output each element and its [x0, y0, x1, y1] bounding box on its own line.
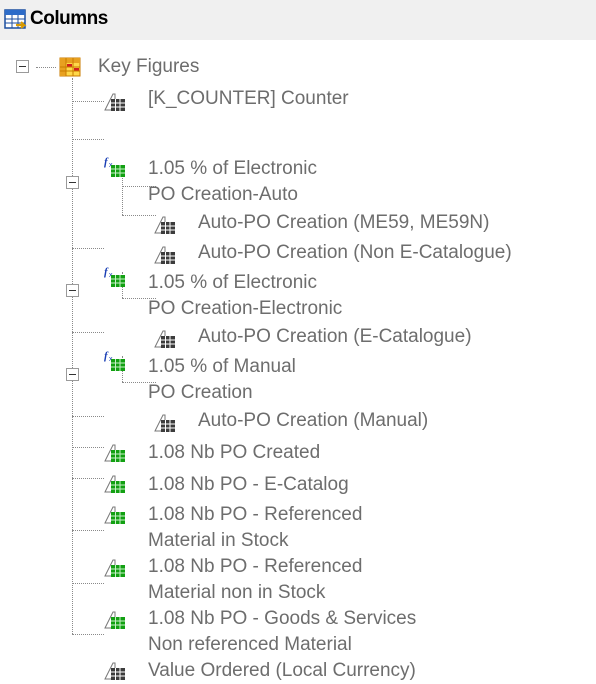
collapse-formula-1-toggle[interactable]: [66, 176, 79, 189]
key-figure-icon: [153, 327, 177, 349]
tree-guide-f3-toggle: [72, 332, 104, 333]
key-figure-goods-services-line2[interactable]: Non referenced Material: [148, 632, 352, 658]
collapse-key-figures-toggle[interactable]: [16, 60, 29, 73]
formula-node-1-line2[interactable]: PO Creation-Auto: [148, 182, 298, 208]
formula-icon: [103, 350, 127, 372]
formula-1-child-1[interactable]: Auto-PO Creation (ME59, ME59N): [198, 210, 489, 236]
key-figure-icon: [103, 659, 127, 681]
key-figures-tree: Key Figures [K_COUNTER] Counter 1.05 % o…: [0, 40, 596, 681]
value-ordered-node[interactable]: Value Ordered (Local Currency): [148, 658, 416, 684]
tree-guide-k3: [72, 478, 104, 479]
formula-node-1-line1[interactable]: 1.05 % of Electronic: [148, 156, 317, 182]
formula-1-child-2[interactable]: Auto-PO Creation (Non E-Catalogue): [198, 240, 512, 266]
formula-node-3-line2[interactable]: PO Creation: [148, 380, 253, 406]
formula-icon: [103, 266, 127, 288]
key-figure-referenced-stock-line2[interactable]: Material in Stock: [148, 528, 288, 554]
key-figure-green-icon: [103, 441, 127, 463]
tree-guide-f2-toggle: [72, 248, 104, 249]
tree-guide-k1: [72, 416, 104, 417]
key-figure-icon: [153, 213, 177, 235]
tree-guide-value: [72, 634, 104, 635]
tree-guide-main: [72, 78, 73, 634]
tree-guide-counter: [72, 101, 104, 102]
tree-guide-k5: [72, 583, 104, 584]
columns-grid-icon: [4, 9, 27, 29]
key-figure-referenced-stock-line1[interactable]: 1.08 Nb PO - Referenced: [148, 502, 362, 528]
key-figure-icon: [103, 90, 127, 112]
formula-icon: [103, 156, 127, 178]
formula-node-3-line1[interactable]: 1.05 % of Manual: [148, 354, 296, 380]
key-figure-green-icon: [103, 556, 127, 578]
formula-node-2-line2[interactable]: PO Creation-Electronic: [148, 296, 342, 322]
key-figure-icon: [153, 411, 177, 433]
collapse-formula-2-toggle[interactable]: [66, 284, 79, 297]
formula-node-2-line1[interactable]: 1.05 % of Electronic: [148, 270, 317, 296]
collapse-formula-3-toggle[interactable]: [66, 368, 79, 381]
key-figure-nb-po-ecatalog[interactable]: 1.08 Nb PO - E-Catalog: [148, 472, 349, 498]
key-figure-icon: [153, 243, 177, 265]
columns-header: Columns: [0, 0, 596, 40]
formula-3-child-1[interactable]: Auto-PO Creation (Manual): [198, 408, 428, 434]
formula-2-child-1[interactable]: Auto-PO Creation (E-Catalogue): [198, 324, 472, 350]
key-figure-referenced-nonstock-line2[interactable]: Material non in Stock: [148, 580, 325, 606]
key-figures-label[interactable]: Key Figures: [98, 54, 199, 80]
key-figure-green-icon: [103, 608, 127, 630]
key-figure-nb-po-created[interactable]: 1.08 Nb PO Created: [148, 440, 320, 466]
key-figure-green-icon: [103, 472, 127, 494]
tree-guide-root: [36, 67, 56, 68]
counter-node[interactable]: [K_COUNTER] Counter: [148, 86, 349, 112]
key-figure-referenced-nonstock-line1[interactable]: 1.08 Nb PO - Referenced: [148, 554, 362, 580]
columns-title: Columns: [30, 8, 108, 29]
key-figure-green-icon: [103, 503, 127, 525]
tree-guide-f1-toggle: [72, 139, 104, 140]
tree-guide-f1c2: [122, 215, 156, 216]
key-figure-goods-services-line1[interactable]: 1.08 Nb PO - Goods & Services: [148, 606, 416, 632]
tree-guide-k2: [72, 447, 104, 448]
key-figures-icon: [59, 57, 81, 77]
tree-guide-k4: [72, 530, 104, 531]
